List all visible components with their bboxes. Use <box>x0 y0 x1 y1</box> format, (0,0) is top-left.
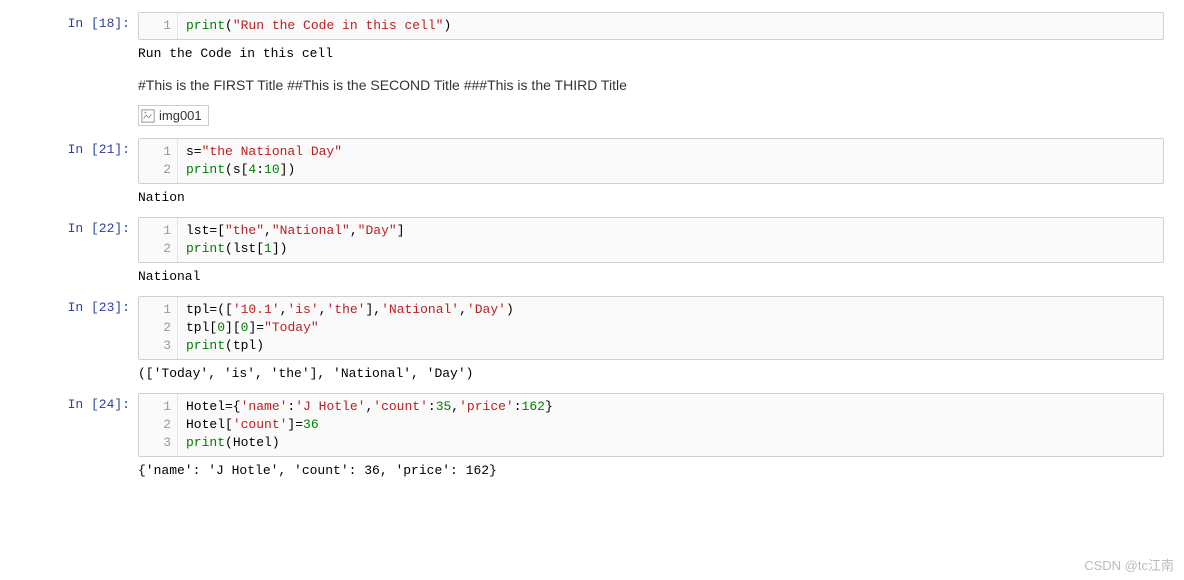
code-text: tpl=(['10.1','is','the'],'National','Day… <box>178 297 522 359</box>
code-text: Hotel={'name':'J Hotle','count':35,'pric… <box>178 394 561 456</box>
stdout-output: National <box>138 263 1164 294</box>
code-cell[interactable]: In [22]: 1 2 lst=["the","National","Day"… <box>20 217 1164 263</box>
line-gutter: 1 <box>139 13 178 39</box>
code-cell[interactable]: In [24]: 1 2 3 Hotel={'name':'J Hotle','… <box>20 393 1164 457</box>
in-prompt: In [22]: <box>20 217 138 263</box>
line-gutter: 1 2 <box>139 139 178 183</box>
stdout-output: Run the Code in this cell <box>138 40 1164 71</box>
code-cell[interactable]: In [21]: 1 2 s="the National Day" print(… <box>20 138 1164 184</box>
code-input-area[interactable]: 1 print("Run the Code in this cell") <box>138 12 1164 40</box>
stdout-output: Nation <box>138 184 1164 215</box>
notebook: In [18]: 1 print("Run the Code in this c… <box>0 0 1184 498</box>
code-input-area[interactable]: 1 2 3 tpl=(['10.1','is','the'],'National… <box>138 296 1164 360</box>
code-input-area[interactable]: 1 2 s="the National Day" print(s[4:10]) <box>138 138 1164 184</box>
code-input-area[interactable]: 1 2 3 Hotel={'name':'J Hotle','count':35… <box>138 393 1164 457</box>
stdout-output: {'name': 'J Hotle', 'count': 36, 'price'… <box>138 457 1164 488</box>
in-prompt: In [24]: <box>20 393 138 457</box>
code-text: lst=["the","National","Day"] print(lst[1… <box>178 218 413 262</box>
line-gutter: 1 2 <box>139 218 178 262</box>
line-gutter: 1 2 3 <box>139 394 178 456</box>
code-cell[interactable]: In [18]: 1 print("Run the Code in this c… <box>20 12 1164 40</box>
image-alt-text: img001 <box>159 108 202 123</box>
markdown-cell[interactable]: #This is the FIRST Title ##This is the S… <box>138 71 1164 103</box>
in-prompt: In [18]: <box>20 12 138 40</box>
code-text: print("Run the Code in this cell") <box>178 13 459 39</box>
code-cell[interactable]: In [23]: 1 2 3 tpl=(['10.1','is','the'],… <box>20 296 1164 360</box>
code-text: s="the National Day" print(s[4:10]) <box>178 139 350 183</box>
broken-image: img001 <box>138 105 209 126</box>
code-input-area[interactable]: 1 2 lst=["the","National","Day"] print(l… <box>138 217 1164 263</box>
line-gutter: 1 2 3 <box>139 297 178 359</box>
watermark-text: CSDN @tc江南 <box>1084 555 1174 574</box>
in-prompt: In [23]: <box>20 296 138 360</box>
stdout-output: (['Today', 'is', 'the'], 'National', 'Da… <box>138 360 1164 391</box>
in-prompt: In [21]: <box>20 138 138 184</box>
broken-image-icon <box>141 109 155 123</box>
